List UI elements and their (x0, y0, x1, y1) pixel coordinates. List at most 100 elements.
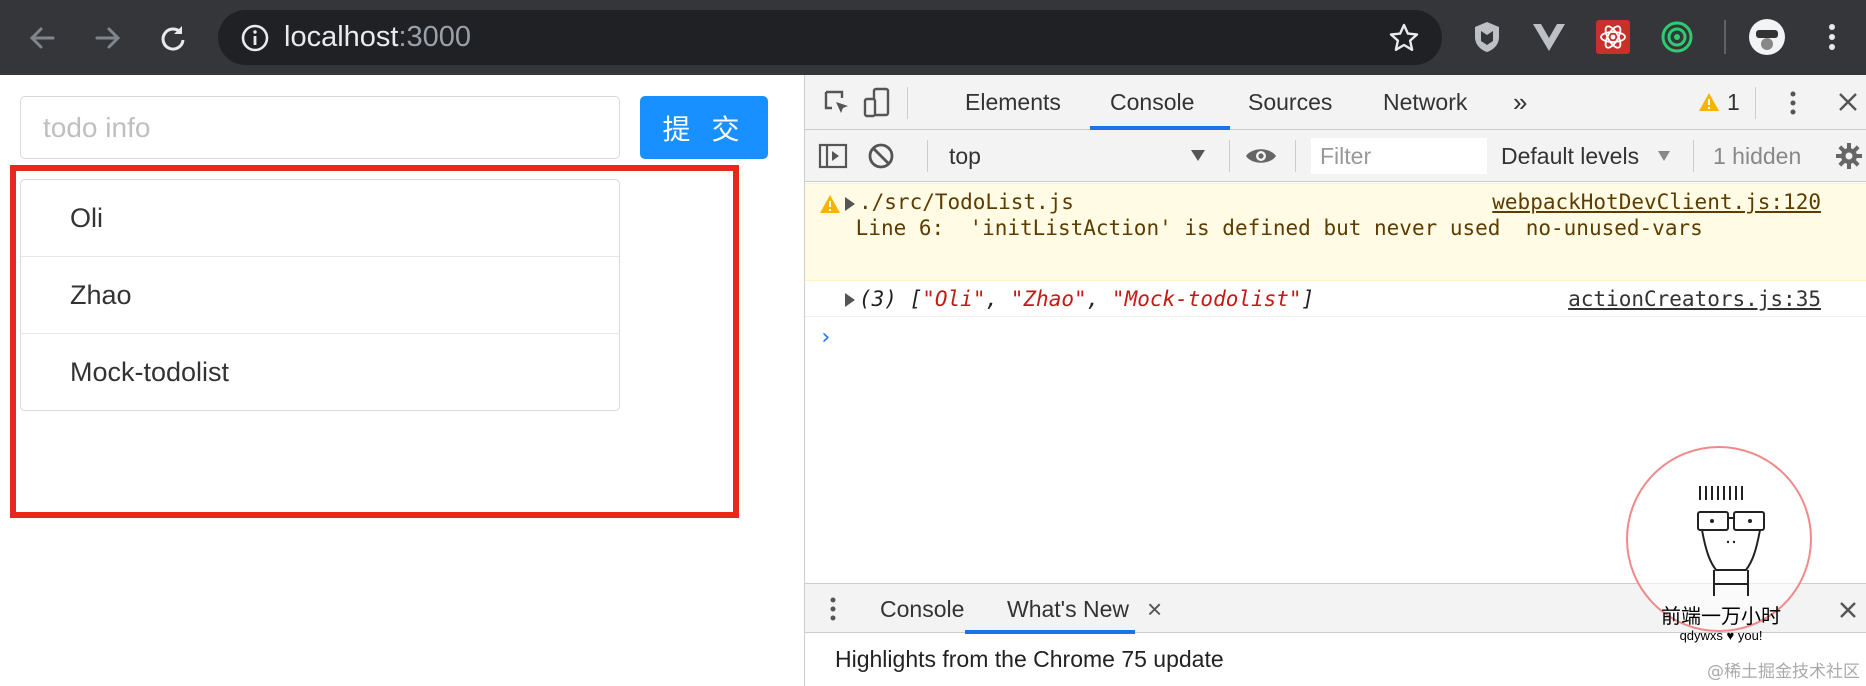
url-port: :3000 (398, 21, 472, 53)
warning-source-path: ./src/TodoList.js (859, 190, 1074, 214)
reload-button[interactable] (152, 18, 192, 58)
drawer-close-button[interactable] (1835, 597, 1861, 623)
chevron-down-icon[interactable] (1191, 150, 1205, 161)
watermark-subtitle: qdywxs ♥ you! (1679, 628, 1763, 643)
tab-separator (907, 87, 908, 119)
active-drawer-tab-indicator (965, 630, 1135, 634)
console-output: ./src/TodoList.js webpackHotDevClient.js… (805, 183, 1866, 483)
more-tabs-button[interactable]: » (1513, 75, 1527, 130)
device-toolbar-button[interactable] (859, 85, 895, 121)
browser-menu-button[interactable] (1813, 18, 1851, 56)
sidebar-icon (818, 143, 848, 169)
watermark-badge: 前端一万小时 qdywxs ♥ you! (1626, 446, 1812, 643)
toolbar-separator (1295, 140, 1296, 172)
drawer-tab-console[interactable]: Console (880, 584, 964, 634)
live-expression-button[interactable] (1241, 140, 1281, 172)
back-icon (29, 27, 55, 49)
browser-toolbar: localhost:3000 (0, 0, 1866, 75)
array-separator: , (1086, 287, 1112, 311)
star-icon[interactable] (1388, 22, 1420, 54)
highlight-frame (10, 165, 739, 518)
devtools-close-button[interactable] (1835, 89, 1861, 115)
tab-elements[interactable]: Elements (965, 75, 1061, 130)
array-length: (3) (859, 287, 897, 311)
block-icon (868, 143, 894, 169)
log-source-link[interactable]: actionCreators.js:35 (1568, 287, 1821, 311)
expand-triangle-icon[interactable] (845, 293, 855, 307)
inspect-icon (824, 90, 848, 113)
cartoon-face-icon (1697, 486, 1765, 596)
kebab-icon (1790, 91, 1796, 115)
close-tab-icon[interactable]: × (1147, 584, 1162, 634)
hidden-count: 1 hidden (1713, 143, 1802, 169)
close-icon (1840, 602, 1856, 618)
forward-button[interactable] (88, 18, 128, 58)
todo-app: 提 交 Oli Zhao Mock-todolist (0, 75, 804, 686)
console-prompt[interactable]: › (819, 325, 832, 350)
eye-icon (1246, 149, 1276, 163)
array-item: "Zhao" (1010, 287, 1087, 311)
log-array[interactable]: (3) ["Oli", "Zhao", "Mock-todolist"] (859, 287, 1314, 311)
console-settings-button[interactable] (1833, 140, 1865, 172)
expand-triangle-icon[interactable] (845, 197, 855, 211)
array-item: "Oli" (922, 287, 986, 311)
tab-console[interactable]: Console (1110, 75, 1194, 130)
toolbar-separator (927, 140, 928, 172)
extension-react[interactable] (1594, 18, 1632, 56)
menu-icon (1829, 24, 1835, 50)
clear-console-button[interactable] (865, 140, 897, 172)
extension-target[interactable] (1658, 18, 1696, 56)
toolbar-separator (1724, 20, 1726, 54)
warning-icon[interactable] (1697, 89, 1721, 115)
gear-icon (1836, 143, 1862, 169)
warning-message: Line 6: 'initListAction' is defined but … (843, 216, 1703, 240)
log-levels-select[interactable]: Default levels (1501, 130, 1639, 182)
shield-extension-icon (1475, 22, 1499, 52)
kebab-icon (830, 597, 836, 621)
target-extension-icon (1661, 21, 1693, 53)
console-warning-row: ./src/TodoList.js webpackHotDevClient.js… (805, 183, 1866, 281)
device-icon (863, 87, 890, 118)
reload-icon (161, 26, 185, 51)
close-icon (1839, 93, 1857, 111)
react-extension-icon (1596, 20, 1630, 54)
devtools-tabbar: Elements Console Sources Network » 1 (805, 75, 1866, 130)
corner-watermark: @稀土掘金技术社区 (1707, 662, 1860, 682)
drawer-menu-button[interactable] (825, 594, 841, 624)
array-close-bracket: ] (1301, 287, 1315, 311)
warning-source-link[interactable]: webpackHotDevClient.js:120 (1492, 190, 1821, 214)
console-toolbar: top Default levels 1 hidden (805, 130, 1866, 182)
forward-icon (95, 27, 121, 49)
context-select[interactable]: top (949, 130, 981, 182)
toolbar-separator (1229, 140, 1230, 172)
info-icon[interactable] (240, 23, 270, 53)
extension-vue[interactable] (1530, 18, 1568, 56)
submit-button[interactable]: 提 交 (640, 96, 768, 159)
back-button[interactable] (22, 18, 62, 58)
toolbar-separator (1693, 140, 1694, 172)
sidebar-toggle-button[interactable] (817, 140, 849, 172)
whats-new-highlight: Highlights from the Chrome 75 update (835, 646, 1224, 672)
array-open-bracket: [ (909, 287, 923, 311)
tab-sources[interactable]: Sources (1248, 75, 1332, 130)
extension-shield[interactable] (1468, 18, 1506, 56)
array-separator: , (985, 287, 1011, 311)
drawer-tab-whats-new[interactable]: What's New (1007, 584, 1129, 634)
url-host: localhost (284, 21, 399, 53)
warning-icon (820, 195, 840, 213)
address-bar[interactable]: localhost:3000 (218, 10, 1442, 65)
tab-separator (1755, 87, 1756, 119)
warning-count[interactable]: 1 (1727, 75, 1740, 130)
chevron-down-icon[interactable] (1658, 151, 1670, 161)
tab-network[interactable]: Network (1383, 75, 1467, 130)
profile-avatar (1749, 19, 1785, 55)
todo-input[interactable] (20, 96, 620, 159)
profile-button[interactable] (1748, 18, 1786, 56)
devtools-menu-button[interactable] (1785, 89, 1801, 117)
vue-extension-icon (1533, 24, 1565, 51)
filter-input[interactable] (1311, 138, 1487, 174)
url-text[interactable]: localhost:3000 (284, 10, 471, 65)
inspect-element-button[interactable] (819, 85, 855, 121)
console-log-row: (3) ["Oli", "Zhao", "Mock-todolist"] act… (805, 281, 1866, 317)
watermark-title: 前端一万小时 (1661, 604, 1781, 628)
